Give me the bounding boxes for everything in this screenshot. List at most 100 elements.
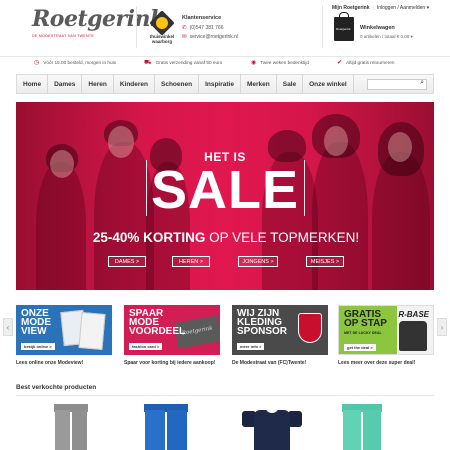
cart-summary: 0 artikelen / totaal € 0,00 ▾	[360, 34, 413, 39]
nav-item-schoenen[interactable]: Schoenen	[155, 75, 200, 93]
promo-green-panel: GRATIS OP STAP MET DE LUCKY DEAL get the…	[339, 306, 397, 354]
usp-item: ⛟ Gratis verzending vanaf 50 euro	[144, 59, 223, 66]
service-phone: ✆ (0)547 381 766	[182, 25, 238, 31]
grey-pants-image	[54, 404, 88, 450]
site-header: Roetgerink DE MODESTRAAT VAN TWENTE thui…	[0, 0, 450, 55]
mail-icon: ✉	[182, 34, 187, 40]
hero-buttons: DAMES > HEREN > JONGENS > MEISJES >	[16, 256, 434, 268]
logo-wordmark: Roetgerink	[32, 6, 165, 32]
hero-model-face	[388, 132, 412, 162]
hero-model	[36, 162, 86, 290]
clock-icon: ◷	[34, 60, 40, 66]
service-phone-text: (0)547 381 766	[189, 25, 224, 31]
promo-card[interactable]: ONZE MODE VIEW bekijk online >	[16, 305, 112, 355]
promo-caption[interactable]: De Modestraat van (FC)Twente!	[232, 360, 328, 366]
promo-lucky-deal[interactable]: GRATIS OP STAP MET DE LUCKY DEAL get the…	[338, 305, 434, 366]
hero-discount: 25-40% KORTING OP VELE TOPMERKEN!	[92, 230, 360, 245]
truck-icon: ⛟	[144, 59, 152, 66]
promo-cta[interactable]: bekijk online >	[21, 343, 55, 350]
shopping-bag-icon[interactable]: Roetgerink	[334, 12, 354, 41]
search-input[interactable]: ⌕	[367, 78, 427, 90]
separator: |	[372, 5, 374, 11]
hero-model-face	[108, 126, 134, 158]
hero-button-dames[interactable]: DAMES >	[108, 256, 146, 267]
hero-model-face	[50, 150, 74, 178]
mint-pants-image	[342, 404, 382, 450]
chevron-right-icon: ›	[440, 322, 444, 332]
rbase-logo: R-BASE	[398, 310, 429, 319]
usp-item: ◷ Vóór 15.00 besteld, morgen in huis	[34, 60, 116, 66]
promo-cta[interactable]: meer info >	[237, 343, 265, 350]
chevron-down-icon[interactable]: ▾	[427, 5, 430, 11]
nav-item-home[interactable]: Home	[17, 75, 49, 93]
logo-tagline: DE MODESTRAAT VAN TWENTE	[32, 34, 95, 38]
usp-bar: ◷ Vóór 15.00 besteld, morgen in huis ⛟ G…	[0, 56, 450, 68]
nav-item-inspiratie[interactable]: Inspiratie	[199, 75, 241, 93]
usp-item: ◉ Twee weken bedenktijd	[251, 60, 309, 66]
promo-row: ONZE MODE VIEW bekijk online > Lees onli…	[16, 305, 434, 371]
magazine-image	[78, 312, 106, 350]
account-links: Mijn Roetgerink | Inloggen / Aanmelden ▾	[332, 5, 429, 11]
carousel-prev-arrow[interactable]: ‹	[3, 318, 13, 336]
promo-caption[interactable]: Spaar voor korting bij iedere aankoop!	[124, 360, 220, 366]
hero-button-jongens[interactable]: JONGENS >	[238, 256, 278, 267]
blue-shorts-image	[144, 404, 188, 450]
fc-twente-crest-icon	[298, 313, 322, 343]
roetgerink-logo[interactable]: Roetgerink DE MODESTRAAT VAN TWENTE	[32, 6, 165, 44]
promo-cta[interactable]: get the deal >	[344, 344, 376, 351]
hero-headline: SALE	[150, 160, 300, 220]
promo-title: WIJ ZIJN KLEDING SPONSOR	[237, 308, 288, 337]
header-divider	[322, 6, 323, 48]
promo-modeview[interactable]: ONZE MODE VIEW bekijk online > Lees onli…	[16, 305, 112, 366]
promo-title: SPAAR MODE VOORDEEL	[129, 308, 186, 337]
product-item[interactable]	[342, 404, 388, 450]
thuiswinkel-label: thuiswinkel waarborg	[149, 34, 175, 44]
sale-hero-banner[interactable]: HET IS SALE 25-40% KORTING OP VELE TOPME…	[16, 102, 434, 290]
product-item[interactable]	[242, 404, 304, 450]
nav-item-merken[interactable]: Merken	[241, 75, 277, 93]
nav-item-heren[interactable]: Heren	[82, 75, 114, 93]
service-email[interactable]: ✉ service@roetgerink.nl	[182, 34, 238, 40]
promo-caption[interactable]: Lees meer over deze super deal!	[338, 360, 434, 366]
shirt-image	[399, 321, 427, 351]
cart-title[interactable]: Winkelwagen	[360, 25, 395, 31]
search-icon[interactable]: ⌕	[420, 79, 424, 87]
nav-item-onze-winkel[interactable]: Onze winkel	[303, 75, 354, 93]
hero-button-heren[interactable]: HEREN >	[172, 256, 210, 267]
best-sellers-title: Best verkochte producten	[16, 384, 97, 391]
nav-item-dames[interactable]: Dames	[48, 75, 83, 93]
chevron-down-icon[interactable]: ▾	[411, 34, 413, 39]
hero-model-face	[324, 126, 348, 156]
product-item[interactable]	[54, 404, 94, 450]
service-title: Klantenservice	[182, 15, 222, 21]
nav-item-sale[interactable]: Sale	[277, 75, 304, 93]
usp-item: ✔ Altijd gratis retourneren	[337, 60, 395, 66]
nav-item-kinderen[interactable]: Kinderen	[114, 75, 155, 93]
customer-service: Klantenservice ✆ (0)547 381 766 ✉ servic…	[182, 15, 238, 43]
promo-card[interactable]: WIJ ZIJN KLEDING SPONSOR meer info >	[232, 305, 328, 355]
login-link[interactable]: Inloggen / Aanmelden	[377, 5, 425, 11]
promo-card[interactable]: Roetgerink SPAAR MODE VOORDEEL fashion c…	[124, 305, 220, 355]
promo-title: GRATIS OP STAP	[344, 309, 387, 329]
thuiswinkel-badge[interactable]: thuiswinkel waarborg	[148, 10, 176, 44]
promo-spaar[interactable]: Roetgerink SPAAR MODE VOORDEEL fashion c…	[124, 305, 220, 366]
promo-subtitle: MET DE LUCKY DEAL	[344, 331, 382, 335]
promo-sponsor[interactable]: WIJ ZIJN KLEDING SPONSOR meer info > De …	[232, 305, 328, 366]
promo-caption[interactable]: Lees online onze Modeview!	[16, 360, 112, 366]
promo-cta[interactable]: fashion card >	[129, 343, 163, 350]
hero-button-meisjes[interactable]: MEISJES >	[306, 256, 344, 267]
service-email-text[interactable]: service@roetgerink.nl	[190, 34, 238, 40]
phone-icon: ✆	[182, 25, 187, 31]
eye-icon: ◉	[251, 60, 257, 66]
chevron-left-icon: ‹	[6, 322, 10, 332]
main-navigation: Home Dames Heren Kinderen Schoenen Inspi…	[16, 74, 434, 94]
promo-title: ONZE MODE VIEW	[21, 308, 51, 337]
header-divider	[136, 6, 137, 48]
thuiswinkel-icon	[149, 10, 175, 36]
carousel-next-arrow[interactable]: ›	[437, 318, 447, 336]
promo-card[interactable]: GRATIS OP STAP MET DE LUCKY DEAL get the…	[338, 305, 434, 355]
my-account-link[interactable]: Mijn Roetgerink	[332, 5, 370, 11]
product-item[interactable]	[144, 404, 194, 450]
check-icon: ✔	[337, 60, 343, 66]
best-sellers-row	[16, 395, 434, 450]
